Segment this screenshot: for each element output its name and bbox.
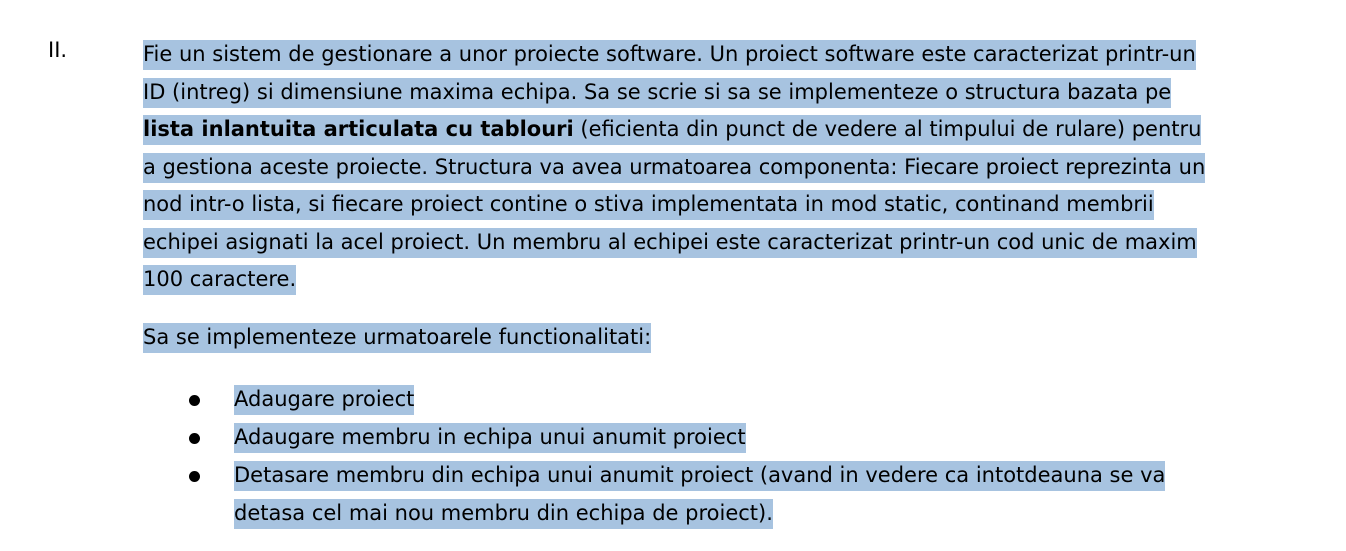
list-item: Adaugare proiect — [143, 380, 1213, 418]
list-item-text: Adaugare proiect — [234, 385, 415, 415]
requirements-intro: Sa se implementeze urmatoarele functiona… — [143, 319, 1213, 357]
list-item: Adaugare membru in echipa unui anumit pr… — [143, 418, 1213, 456]
list-item: Detasare membru din echipa unui anumit p… — [143, 456, 1213, 532]
bullet-icon — [189, 395, 200, 406]
paragraph-text-start: Fie un sistem de gestionare a unor proie… — [143, 40, 1196, 108]
requirements-intro-text: Sa se implementeze urmatoarele functiona… — [143, 322, 652, 353]
paragraph-bold-phrase: lista inlantuita articulata cu tablouri — [143, 115, 574, 145]
problem-paragraph: Fie un sistem de gestionare a unor proie… — [143, 36, 1213, 299]
section-number: II. — [48, 38, 68, 62]
bullet-icon — [189, 471, 200, 482]
list-item-text: Detasare membru din echipa unui anumit p… — [234, 461, 1166, 529]
bullet-icon — [189, 433, 200, 444]
functionality-list: Adaugare proiect Adaugare membru in echi… — [143, 380, 1213, 532]
problem-statement: Fie un sistem de gestionare a unor proie… — [143, 36, 1213, 532]
list-item-text: Adaugare membru in echipa unui anumit pr… — [234, 423, 746, 453]
